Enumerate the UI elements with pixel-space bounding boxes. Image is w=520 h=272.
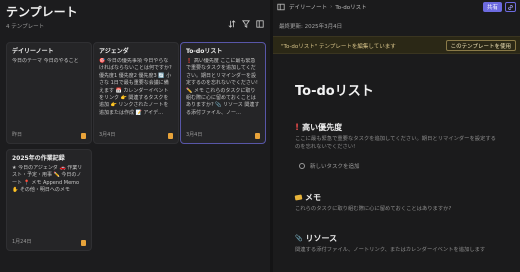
section-description[interactable]: これらのタスクに取り組む際に心に留めておくことはありますか? bbox=[295, 206, 500, 214]
note-icon bbox=[168, 133, 173, 139]
template-card[interactable]: アジェンダ 🎯 今日の優先事項 今日やらなければならないことは何ですか? 優先度… bbox=[93, 42, 179, 144]
layout-icon[interactable] bbox=[256, 20, 264, 28]
exclamation-icon: ! bbox=[295, 122, 300, 133]
document-title[interactable]: To-doリスト bbox=[295, 80, 374, 99]
card-preview: ❗ 高い優先度 ここに最も緊急で重要なタスクを追加してください。期日とリマインダ… bbox=[186, 58, 260, 116]
template-card[interactable]: 2025年の作業記録 ★ 今日のアジェンダ 🚗 作業リスト・予定・用事 ✏️ 今… bbox=[6, 149, 92, 251]
card-title: アジェンダ bbox=[99, 48, 129, 55]
share-button[interactable]: 共有 bbox=[482, 2, 502, 12]
list-toolbar bbox=[228, 20, 264, 28]
section-description[interactable]: ここに最も緊急で重要なタスクを追加してください。期日とリマインダーを設定するのを… bbox=[295, 136, 500, 151]
use-template-button[interactable]: このテンプレートを使用 bbox=[445, 40, 516, 51]
last-updated: 最終更新: 2025年3月4日 bbox=[279, 24, 343, 30]
breadcrumb-item-current[interactable]: To-doリスト bbox=[335, 3, 366, 11]
note-icon bbox=[81, 133, 86, 139]
card-title: To-doリスト bbox=[186, 48, 223, 55]
note-icon bbox=[81, 240, 86, 246]
template-card-selected[interactable]: To-doリスト ❗ 高い優先度 ここに最も緊急で重要なタスクを追加してください… bbox=[180, 42, 266, 144]
banner-text: "To-doリスト" テンプレートを編集しています bbox=[281, 44, 396, 50]
card-preview: ★ 今日のアジェンダ 🚗 作業リスト・予定・用事 ✏️ 今日のノート 📍 メモ … bbox=[12, 165, 83, 194]
section-description[interactable]: 関連する添付ファイル、ノートリンク、またはカレンダーイベントを追加します bbox=[295, 247, 500, 255]
section-resources: 📎 リソース 関連する添付ファイル、ノートリンク、またはカレンダーイベントを追加… bbox=[295, 233, 500, 255]
section-heading[interactable]: 📎 リソース bbox=[295, 233, 500, 244]
chevron-right-icon: › bbox=[330, 4, 333, 10]
memo-icon bbox=[294, 194, 303, 201]
checkbox-circle-icon[interactable] bbox=[299, 163, 305, 169]
section-high-priority: ! 高い優先度 ここに最も緊急で重要なタスクを追加してください。期日とリマインダ… bbox=[295, 122, 500, 151]
template-list-pane: テンプレート 4 テンプレート デイリーノート 今日のテーマ 今日のやること 昨… bbox=[0, 0, 270, 272]
template-count: 4 テンプレート bbox=[6, 24, 45, 30]
card-date: 1月24日 bbox=[12, 239, 32, 245]
template-card[interactable]: デイリーノート 今日のテーマ 今日のやること 昨日 bbox=[6, 42, 92, 144]
note-icon bbox=[255, 133, 260, 139]
page-title: テンプレート bbox=[6, 5, 78, 19]
card-preview: 🎯 今日の優先事項 今日やらなければならないことは何ですか? 優先度1 優先度2… bbox=[99, 58, 172, 116]
breadcrumb-item-daily-note[interactable]: デイリーノート bbox=[289, 3, 327, 11]
card-title: デイリーノート bbox=[12, 48, 54, 55]
section-memo: メモ これらのタスクに取り組む際に心に留めておくことはありますか? bbox=[294, 192, 500, 214]
paperclip-icon: 📎 bbox=[295, 235, 303, 242]
todo-item[interactable]: 新しいタスクを追加 bbox=[299, 162, 360, 170]
link-icon[interactable] bbox=[505, 2, 516, 12]
sort-icon[interactable] bbox=[228, 20, 236, 28]
new-task-placeholder[interactable]: 新しいタスクを追加 bbox=[310, 162, 360, 170]
template-editor-pane: デイリーノート › To-doリスト 共有 最終更新: 2025年3月4日 "T… bbox=[273, 0, 520, 272]
card-title: 2025年の作業記録 bbox=[12, 155, 65, 162]
section-heading[interactable]: メモ bbox=[294, 192, 500, 203]
card-date: 昨日 bbox=[12, 132, 23, 138]
section-heading[interactable]: ! 高い優先度 bbox=[295, 122, 500, 133]
breadcrumb: デイリーノート › To-doリスト bbox=[289, 3, 367, 11]
editing-banner: "To-doリスト" テンプレートを編集しています このテンプレートを使用 bbox=[273, 36, 520, 54]
sidebar-toggle-icon[interactable] bbox=[277, 3, 285, 11]
card-date: 3月4日 bbox=[186, 132, 203, 138]
card-preview: 今日のテーマ 今日のやること bbox=[12, 58, 79, 64]
card-date: 3月4日 bbox=[99, 132, 116, 138]
filter-icon[interactable] bbox=[242, 20, 250, 28]
